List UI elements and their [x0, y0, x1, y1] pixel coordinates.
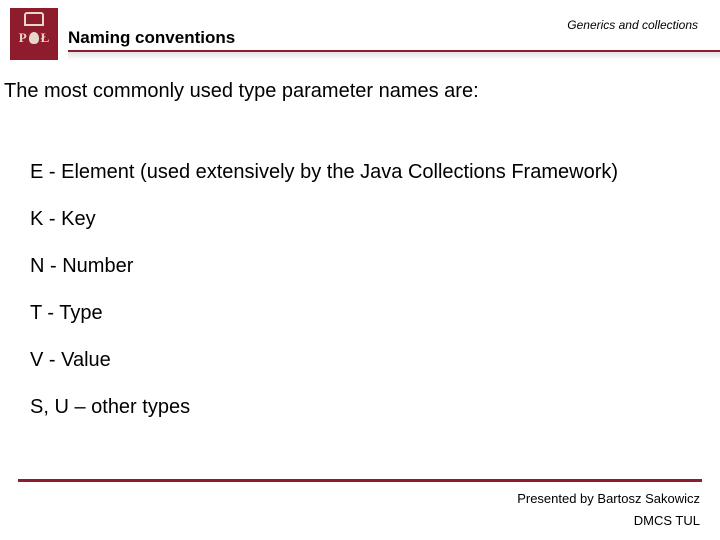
- list-item: E - Element (used extensively by the Jav…: [30, 160, 680, 185]
- topic-label: Generics and collections: [567, 18, 698, 32]
- presenter-text: Presented by Bartosz Sakowicz: [517, 491, 700, 506]
- items-list: E - Element (used extensively by the Jav…: [30, 160, 680, 442]
- list-item: T - Type: [30, 301, 680, 326]
- slide: P Ł Naming conventions Generics and coll…: [0, 0, 720, 540]
- university-logo: P Ł: [10, 8, 58, 60]
- lead-text: The most commonly used type parameter na…: [4, 80, 479, 103]
- footer-divider: [18, 479, 702, 482]
- header-shadow: [68, 52, 720, 60]
- list-item-text: T - Type: [30, 302, 103, 324]
- list-item: V - Value: [30, 348, 680, 373]
- list-item: N - Number: [30, 254, 680, 279]
- logo-shield-icon: [29, 32, 39, 44]
- list-item-text: K - Key: [30, 208, 96, 230]
- logo-letter-right: Ł: [41, 30, 50, 46]
- affiliation-text: DMCS TUL: [634, 513, 700, 528]
- list-item-text: V - Value: [30, 349, 111, 371]
- slide-title: Naming conventions: [68, 28, 235, 48]
- logo-letter-left: P: [19, 30, 27, 46]
- list-item-text: E - Element (used extensively by the Jav…: [30, 161, 618, 183]
- list-item-text: N - Number: [30, 255, 133, 277]
- logo-letters: P Ł: [19, 30, 50, 46]
- logo-crest-icon: [24, 12, 44, 26]
- list-item: S, U – other types: [30, 395, 680, 420]
- list-item-text: S, U – other types: [30, 396, 190, 418]
- list-item: K - Key: [30, 207, 680, 232]
